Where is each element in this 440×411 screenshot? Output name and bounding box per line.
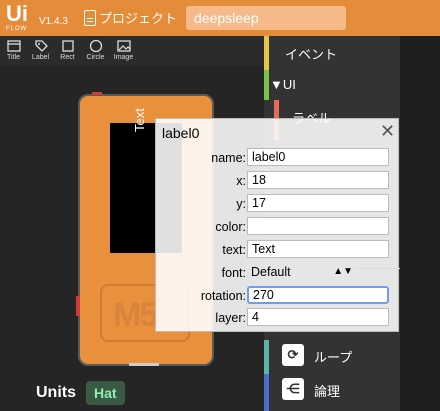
workspace-grid[interactable] — [400, 36, 440, 411]
document-icon — [84, 9, 96, 26]
device-top-button — [92, 92, 102, 95]
select-arrows-icon: ▲▼ — [333, 266, 353, 277]
app-logo: Ui — [6, 1, 28, 26]
event-category[interactable]: イベント — [285, 44, 337, 63]
app-version: V1.4.3 — [39, 16, 68, 27]
prop-row-layer: layer: — [156, 308, 400, 328]
project-name-input[interactable]: deepsleep — [186, 6, 346, 30]
tool-title-label: Title — [7, 54, 20, 61]
prop-color-label: color: — [215, 220, 246, 234]
widget-toolbar: Title Label Rect Circle Image — [0, 36, 260, 66]
prop-y-label: y: — [236, 197, 246, 211]
project-menu-label: プロジェクト — [99, 11, 178, 26]
tool-rect-label: Rect — [60, 54, 75, 61]
properties-title: label0 — [162, 125, 200, 141]
prop-name-label: name: — [211, 151, 246, 165]
tool-title-button[interactable]: Title — [1, 36, 26, 66]
tool-label-button[interactable]: Label — [28, 36, 53, 66]
event-category-bar — [264, 36, 269, 70]
prop-row-name: name: — [156, 148, 400, 168]
prop-row-x: x: — [156, 171, 400, 191]
device-side-button — [76, 296, 80, 316]
prop-rotation-input[interactable] — [247, 286, 389, 304]
prop-rotation-label: rotation: — [200, 289, 246, 303]
prop-text-input[interactable] — [247, 240, 389, 258]
prop-color-input[interactable] — [247, 217, 389, 235]
prop-font-select[interactable]: Default ▲▼ — [247, 263, 389, 281]
prop-x-label: x: — [236, 174, 246, 188]
loop-category-bar — [264, 340, 269, 374]
logic-icon: ⋲ — [282, 378, 304, 400]
tool-label-label: Label — [31, 54, 50, 61]
prop-row-text: text: — [156, 240, 400, 260]
properties-panel: label0 ✕ name: x: y: color: text: font: … — [155, 118, 399, 332]
tool-circle-button[interactable]: Circle — [83, 36, 108, 66]
logic-category[interactable]: 論理 — [314, 381, 340, 400]
prop-font-value: Default — [251, 265, 291, 279]
prop-text-label: text: — [222, 243, 246, 257]
tool-image-label: Image — [113, 54, 134, 61]
prop-x-input[interactable] — [247, 171, 389, 189]
prop-layer-label: layer: — [215, 311, 246, 325]
logic-category-bar — [264, 374, 269, 411]
tool-rect-button[interactable]: Rect — [55, 36, 80, 66]
image-icon — [116, 40, 131, 52]
prop-layer-input[interactable] — [247, 308, 389, 326]
app-logo-sub: FLOW — [6, 26, 28, 32]
tool-image-button[interactable]: Image — [111, 36, 136, 66]
title-icon — [6, 40, 21, 52]
label-icon — [34, 40, 48, 52]
top-bar: Ui FLOW V1.4.3 プロジェクト deepsleep — [0, 0, 440, 36]
loop-icon: ⟳ — [282, 344, 304, 366]
project-menu-button[interactable]: プロジェクト — [84, 8, 177, 27]
ui-category-bar — [264, 70, 269, 100]
m5-logo: M5 — [113, 296, 158, 334]
connector-line — [355, 268, 400, 269]
prop-row-color: color: — [156, 217, 400, 237]
prop-row-font: font: Default ▲▼ — [156, 263, 400, 283]
prop-row-y: y: — [156, 194, 400, 214]
screen-label-element[interactable]: Text — [132, 108, 147, 132]
circle-icon — [89, 39, 102, 53]
tool-circle-label: Circle — [86, 54, 105, 61]
device-bottom-port — [129, 363, 159, 366]
prop-name-input[interactable] — [247, 148, 389, 166]
units-label: Units — [36, 384, 76, 401]
ui-category[interactable]: ▼UI — [270, 77, 296, 92]
prop-font-label: font: — [221, 266, 246, 280]
loop-category[interactable]: ループ — [314, 347, 352, 366]
hat-unit-badge[interactable]: Hat — [86, 381, 125, 405]
prop-row-rotation: rotation: — [156, 286, 400, 306]
prop-y-input[interactable] — [247, 194, 389, 212]
close-icon[interactable]: ✕ — [380, 121, 395, 142]
rect-icon — [61, 40, 74, 52]
